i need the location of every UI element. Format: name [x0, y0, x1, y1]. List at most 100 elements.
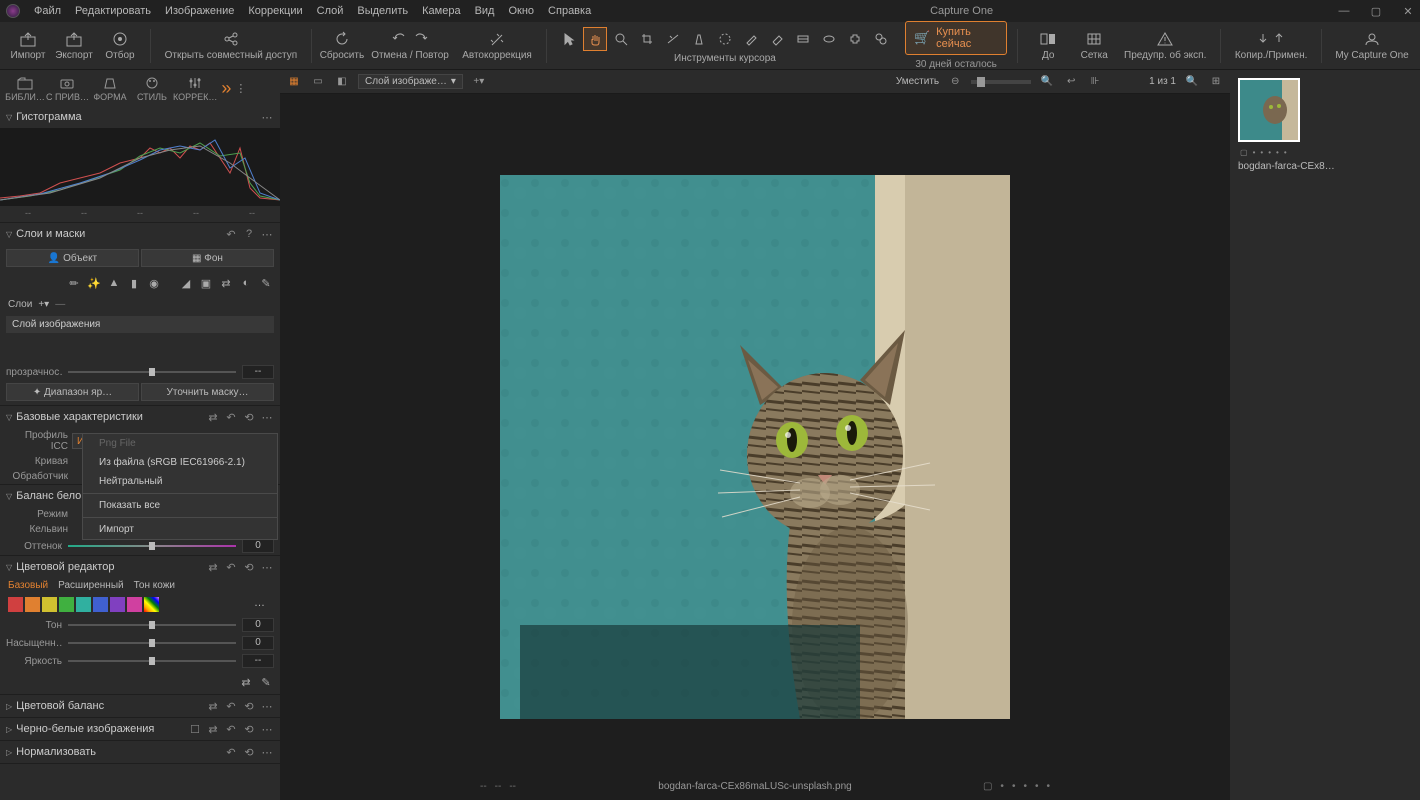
search-icon[interactable]: 🔍	[1184, 74, 1200, 90]
toggle-browser-icon[interactable]: ↩	[1063, 74, 1079, 90]
radial-tool[interactable]	[817, 27, 841, 51]
zoom-slider[interactable]	[977, 77, 985, 87]
zoom-in-icon[interactable]: 🔍	[1039, 74, 1055, 90]
menu-select[interactable]: Выделить	[357, 5, 408, 17]
layer-item[interactable]: Слой изображения	[6, 316, 274, 333]
bw-header[interactable]: ▷Черно-белые изображения☐⇄↶⟲⋯	[0, 718, 280, 740]
opacity-value[interactable]: --	[242, 365, 274, 379]
zoom-tool[interactable]	[609, 27, 633, 51]
thumb-rating[interactable]: ▢•••••	[1238, 146, 1412, 159]
swatch-options[interactable]: …	[254, 597, 272, 612]
tab-tether[interactable]: С ПРИВ…	[46, 75, 89, 102]
menu-adjust[interactable]: Коррекции	[248, 5, 302, 17]
colorbalance-header[interactable]: ▷Цветовой баланс⇄↶⟲⋯	[0, 695, 280, 717]
copy-apply-button[interactable]: Копир./Примен.	[1231, 24, 1311, 68]
auto-button[interactable]: Автокоррекция	[458, 24, 536, 68]
hue-value[interactable]: 0	[242, 618, 274, 632]
tab-style[interactable]: СТИЛЬ	[131, 75, 173, 102]
eraser-mask-icon[interactable]: ◢	[178, 275, 194, 291]
menu-edit[interactable]: Редактировать	[75, 5, 151, 17]
layer-select[interactable]: Слой изображе…▾	[358, 74, 463, 89]
swatch-orange[interactable]	[25, 597, 40, 612]
base-header[interactable]: ▽Базовые характеристики⇄↶⟲⋯	[0, 406, 280, 428]
tab-library[interactable]: БИБЛИ…	[4, 75, 46, 102]
tab-shape[interactable]: ФОРМА	[89, 75, 131, 102]
settings-icon[interactable]: ⇄	[238, 674, 254, 690]
light-value[interactable]: --	[242, 654, 274, 668]
menu-dots-icon[interactable]: ⋯	[260, 110, 274, 124]
tint-value[interactable]: 0	[242, 539, 274, 553]
minimize-icon[interactable]: —	[1338, 5, 1350, 17]
settings-icon[interactable]: ⊞	[1208, 74, 1224, 90]
pointer-tool[interactable]	[557, 27, 581, 51]
reset-icon[interactable]: ⟲	[242, 560, 256, 574]
coloreditor-header[interactable]: ▽Цветовой редактор⇄↶⟲⋯	[0, 556, 280, 578]
layers-header[interactable]: ▽Слои и маски↶?⋯	[0, 223, 280, 245]
keystone-tool[interactable]	[687, 27, 711, 51]
hand-tool[interactable]	[583, 27, 607, 51]
swatch-red[interactable]	[8, 597, 23, 612]
background-button[interactable]: ▦ Фон	[141, 249, 274, 267]
copy-icon[interactable]: ⇄	[206, 410, 220, 424]
luma-range-button[interactable]: ✦ Диапазон яр…	[6, 383, 139, 401]
tab-basic[interactable]: Базовый	[8, 580, 48, 591]
buy-button[interactable]: 🛒Купить сейчас	[905, 21, 1007, 55]
spot-tool[interactable]	[713, 27, 737, 51]
undo-redo-button[interactable]: Отмена / Повтор	[368, 24, 452, 68]
linear-mask-icon[interactable]: ▮	[126, 275, 142, 291]
heal-tool[interactable]	[843, 27, 867, 51]
exposure-warning-button[interactable]: Предупр. об эксп.	[1120, 24, 1210, 68]
cull-button[interactable]: Отбор	[100, 24, 140, 68]
grid-view-icon[interactable]: ▦	[286, 74, 302, 90]
magic-brush-icon[interactable]: ✨	[86, 275, 102, 291]
menu-help[interactable]: Справка	[548, 5, 591, 17]
invert-mask-icon[interactable]: ⇄	[218, 275, 234, 291]
clone-tool[interactable]	[869, 27, 893, 51]
fill-mask-icon[interactable]: ▣	[198, 275, 214, 291]
reset-icon[interactable]: ⟲	[242, 410, 256, 424]
menu-dots-icon[interactable]: ⋯	[260, 227, 274, 241]
more-icon[interactable]: ⋮	[235, 82, 246, 95]
filter-icon[interactable]: ⊪	[1087, 74, 1103, 90]
chevron-right-icon[interactable]: »	[221, 78, 231, 99]
picker-icon[interactable]: ✎	[258, 674, 274, 690]
menu-camera[interactable]: Камера	[422, 5, 460, 17]
histogram-header[interactable]: ▽Гистограмма⋯	[0, 106, 280, 128]
object-button[interactable]: 👤 Объект	[6, 249, 139, 267]
import-button[interactable]: Импорт	[8, 24, 48, 68]
feather-mask-icon[interactable]: ◐	[238, 275, 254, 291]
undo-icon[interactable]: ↶	[224, 410, 238, 424]
undo-icon[interactable]: ↶	[224, 227, 238, 241]
swatch-yellow[interactable]	[42, 597, 57, 612]
grid-button[interactable]: Сетка	[1074, 24, 1114, 68]
sat-value[interactable]: 0	[242, 636, 274, 650]
swatch-magenta[interactable]	[127, 597, 142, 612]
normalize-header[interactable]: ▷Нормализовать↶⟲⋯	[0, 741, 280, 763]
tab-skin[interactable]: Тон кожи	[134, 580, 175, 591]
menu-dots-icon[interactable]: ⋯	[260, 560, 274, 574]
mycaptureone-button[interactable]: My Capture One	[1332, 24, 1412, 68]
straighten-tool[interactable]	[661, 27, 685, 51]
swatch-purple[interactable]	[110, 597, 125, 612]
before-button[interactable]: До	[1028, 24, 1068, 68]
close-icon[interactable]: ✕	[1402, 5, 1414, 17]
swatch-green[interactable]	[59, 597, 74, 612]
maximize-icon[interactable]: ▢	[1370, 5, 1382, 17]
dd-import[interactable]: Импорт	[83, 520, 277, 539]
swatch-cyan[interactable]	[76, 597, 91, 612]
dd-neutral[interactable]: Нейтральный	[83, 472, 277, 491]
menu-view[interactable]: Вид	[475, 5, 495, 17]
refine-mask-icon[interactable]: ✎	[258, 275, 274, 291]
swatch-blue[interactable]	[93, 597, 108, 612]
add-icon[interactable]: +▾	[471, 74, 487, 90]
brush-mask-icon[interactable]: ✏	[66, 275, 82, 291]
single-view-icon[interactable]: ▭	[310, 74, 326, 90]
menu-dots-icon[interactable]: ⋯	[260, 410, 274, 424]
swatch-all[interactable]	[144, 597, 159, 612]
gradient-tool[interactable]	[791, 27, 815, 51]
canvas[interactable]: ------ bogdan-farca-CEx86maLUSс-unsplash…	[280, 94, 1230, 800]
dd-fromfile[interactable]: Из файла (sRGB IEC61966-2.1)	[83, 453, 277, 472]
tab-adjust[interactable]: КОРРЕК…	[173, 75, 217, 102]
dd-showall[interactable]: Показать все	[83, 496, 277, 515]
export-button[interactable]: Экспорт	[54, 24, 94, 68]
